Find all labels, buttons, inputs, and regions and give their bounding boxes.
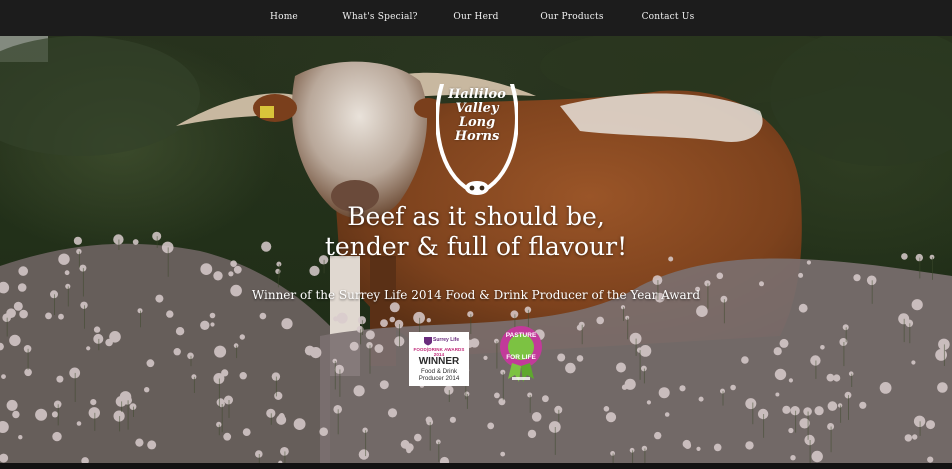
nav-our-products-link[interactable]: Our Products [540, 12, 603, 22]
surrey-crest-icon [424, 337, 432, 346]
hero-bottom-bar [0, 463, 952, 469]
top-nav: Home What's Special? Our Herd Our Produc… [0, 0, 952, 36]
logo-text: Halliloo Valley Long Horns [448, 87, 506, 144]
surrey-badge-title: WINNER [418, 356, 460, 367]
hero-headline-line2: tender & full of flavour! [324, 232, 628, 261]
nav-home-link[interactable]: Home [270, 12, 298, 22]
surrey-life-award-badge: Surrey Life FOOD|DRINK AWARDS 2014 WINNE… [409, 332, 469, 386]
hero-headline-line1: Beef as it should be, [347, 202, 605, 231]
surrey-badge-brand: Surrey Life [433, 337, 460, 343]
nav-contact-us-link[interactable]: Contact Us [642, 12, 695, 22]
nav-whats-special-link[interactable]: What's Special? [342, 12, 417, 22]
nav-our-herd-link[interactable]: Our Herd [453, 12, 498, 22]
brand-logo[interactable]: Halliloo Valley Long Horns [436, 84, 518, 202]
pasture-badge-line2: FOR LIFE [506, 354, 536, 361]
pasture-badge-line1: PASTURE [505, 332, 537, 339]
surrey-badge-header: Surrey Life FOOD|DRINK AWARDS 2014 [409, 334, 469, 357]
surrey-badge-subtitle: Food & Drink Producer 2014 [418, 368, 460, 382]
pasture-for-life-badge: PASTURE FOR LIFE [498, 325, 544, 385]
award-text: Winner of the Surrey Life 2014 Food & Dr… [251, 288, 701, 302]
hero-section: Halliloo Valley Long Horns Beef as it sh… [0, 36, 952, 463]
hero-headline: Beef as it should be, tender & full of f… [276, 202, 676, 262]
